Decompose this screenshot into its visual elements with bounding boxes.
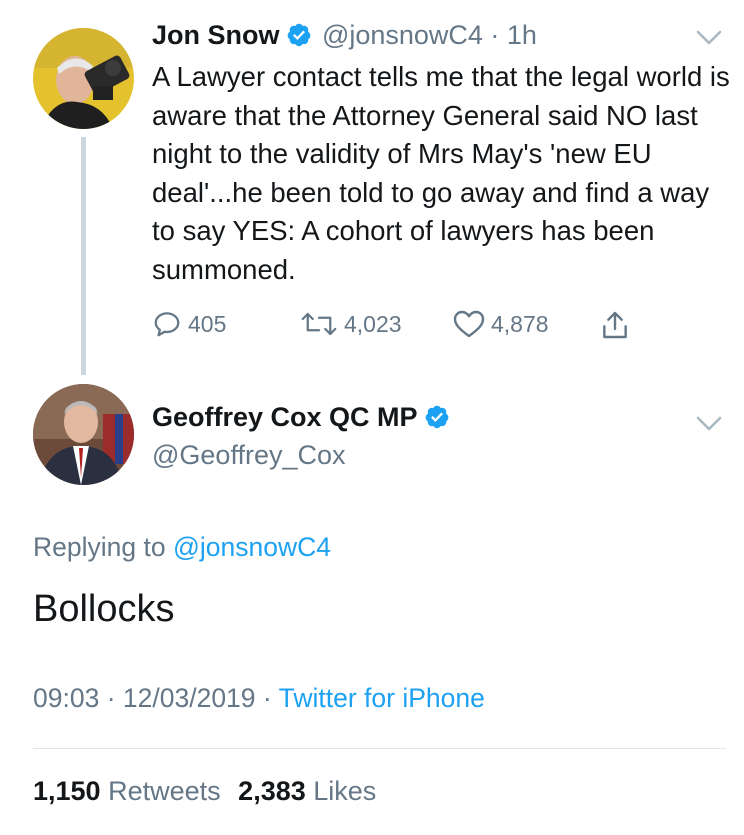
chevron-down-icon[interactable] <box>696 29 722 47</box>
reply-tweet-text: Bollocks <box>33 588 175 630</box>
retweet-button[interactable]: 4,023 <box>300 309 402 339</box>
parent-author-name[interactable]: Jon Snow <box>152 20 280 50</box>
share-icon <box>603 311 627 339</box>
avatar-jon-snow-image <box>33 28 134 129</box>
retweets-stat[interactable]: 1,150 Retweets <box>33 776 221 806</box>
reply-button[interactable]: 405 <box>152 309 226 339</box>
likes-stat[interactable]: 2,383 Likes <box>238 776 376 806</box>
divider <box>33 748 726 749</box>
reply-icon <box>154 312 180 337</box>
meta-separator: · <box>106 683 116 713</box>
verified-icon <box>287 23 310 47</box>
engagement-stats: 1,150 Retweets 2,383 Likes <box>33 776 376 807</box>
reply-count: 405 <box>188 310 227 337</box>
avatar-geoffrey-cox-image <box>33 384 134 485</box>
tweet-meta: 09:03 · 12/03/2019 · Twitter for iPhone <box>33 683 485 714</box>
retweets-total: 1,150 <box>33 776 101 806</box>
replying-to-mention[interactable]: @jonsnowC4 <box>173 532 331 562</box>
retweet-count: 4,023 <box>344 310 402 337</box>
verified-icon <box>425 405 448 429</box>
reply-author-name[interactable]: Geoffrey Cox QC MP <box>152 402 418 432</box>
parent-timestamp[interactable]: 1h <box>507 20 537 50</box>
thread-connector-line <box>81 137 86 375</box>
share-button[interactable] <box>598 309 638 341</box>
parent-handle[interactable]: @jonsnowC4 <box>322 20 483 50</box>
replying-to-line: Replying to @jonsnowC4 <box>33 532 331 563</box>
likes-label: Likes <box>313 776 377 806</box>
avatar-jon-snow[interactable] <box>33 28 134 129</box>
retweets-label: Retweets <box>108 776 221 806</box>
chevron-down-icon[interactable] <box>696 415 722 433</box>
meta-separator: · <box>262 683 272 713</box>
like-icon <box>453 310 485 338</box>
reply-handle[interactable]: @Geoffrey_Cox <box>152 440 346 471</box>
tweet-date: 12/03/2019 <box>122 683 256 713</box>
tweet-source-link[interactable]: Twitter for iPhone <box>279 683 485 713</box>
parent-tweet-text: A Lawyer contact tells me that the legal… <box>152 61 730 285</box>
parent-tweet-actions: 405 4,023 4,878 <box>152 309 652 343</box>
replying-to-label: Replying to <box>33 532 166 562</box>
header-separator: · <box>490 20 500 50</box>
tweet-time: 09:03 <box>33 683 100 713</box>
reply-author-row: Geoffrey Cox QC MP <box>152 402 450 433</box>
retweet-icon <box>301 312 337 336</box>
avatar-geoffrey-cox[interactable] <box>33 384 134 485</box>
likes-total: 2,383 <box>238 776 306 806</box>
like-count: 4,878 <box>491 310 549 337</box>
parent-tweet-header: Jon Snow @jonsnowC4 · 1h <box>152 20 537 51</box>
like-button[interactable]: 4,878 <box>453 309 549 339</box>
